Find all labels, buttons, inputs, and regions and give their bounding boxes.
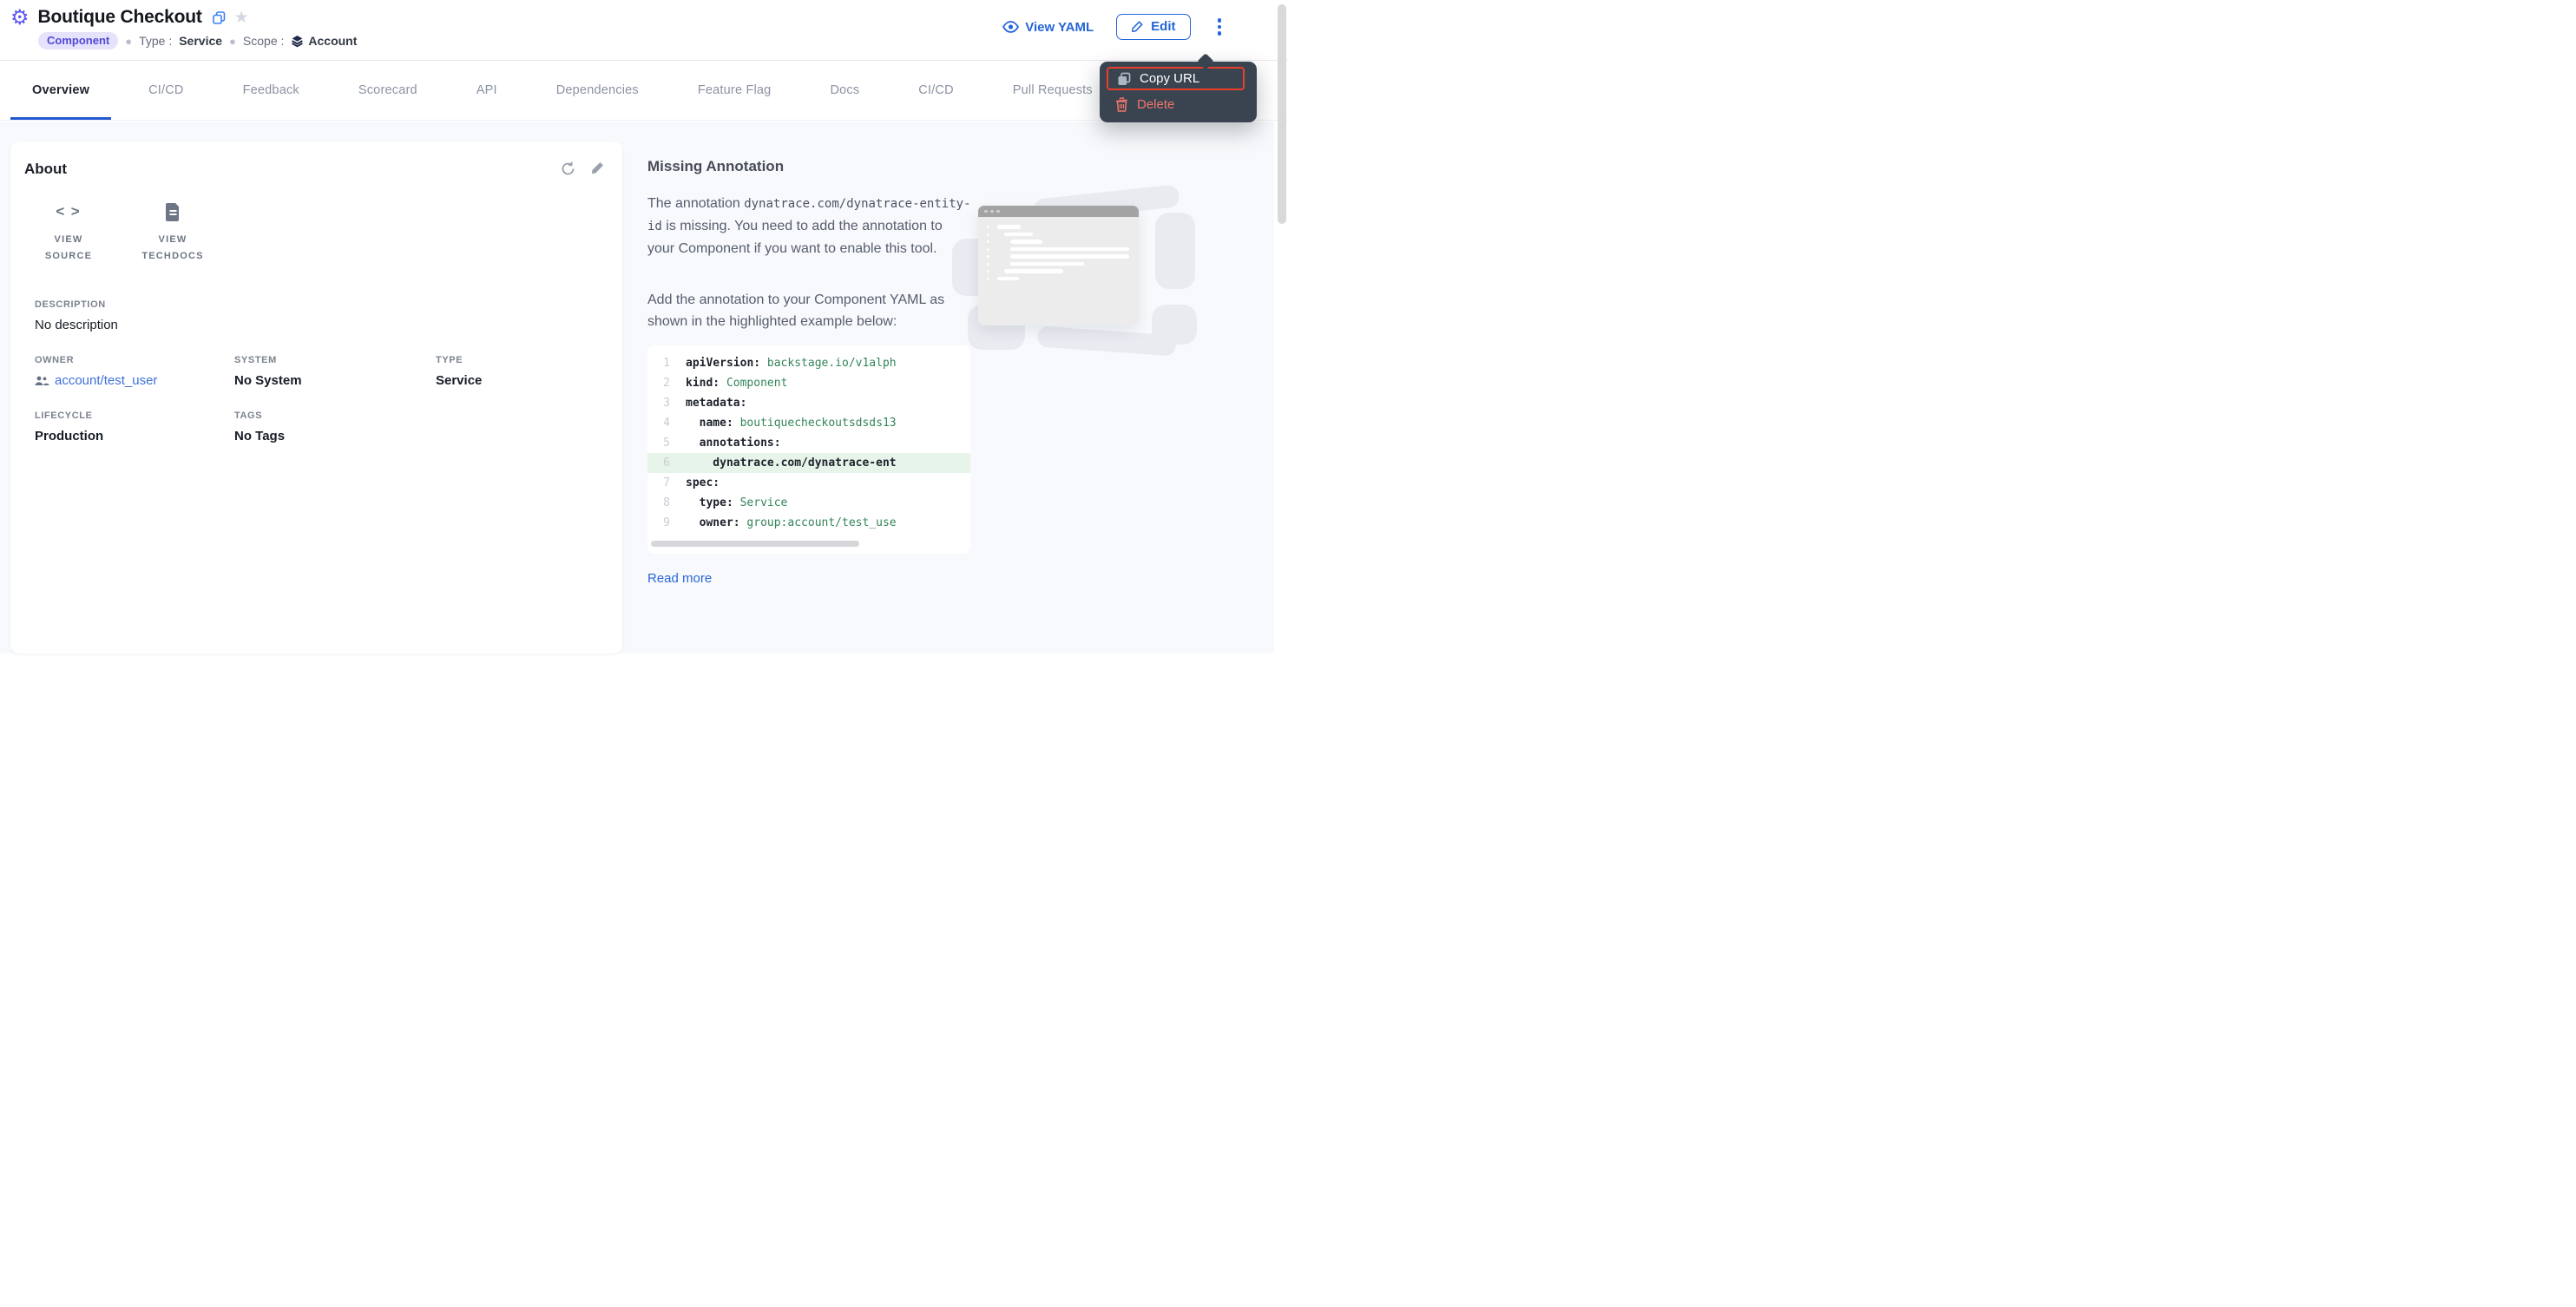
layers-icon [291,35,304,48]
lifecycle-label: LIFECYCLE [35,410,234,421]
component-gear-icon: ⚙ [10,7,30,28]
field-lifecycle: LIFECYCLE Production [35,410,234,443]
code-horizontal-scrollbar[interactable] [651,541,859,547]
pencil-icon [1131,20,1144,33]
description-label: DESCRIPTION [35,299,605,310]
scope-label: Scope : [243,34,284,48]
yaml-line: 3metadata: [647,393,970,413]
tab-scorecard[interactable]: Scorecard [337,61,439,120]
type-field-label: TYPE [436,355,605,365]
favorite-star-icon[interactable]: ★ [234,8,249,27]
view-source-label: VIEW SOURCE [35,232,102,265]
view-techdocs-button[interactable]: VIEW TECHDOCS [139,200,207,265]
intro-suffix: is missing. You need to add the annotati… [647,219,943,256]
menu-item-delete[interactable]: Delete [1107,94,1257,115]
tab-docs[interactable]: Docs [808,61,881,120]
page-header: ⚙ Boutique Checkout ★ Component ● Type :… [0,0,1288,61]
copy-url-highlight-box: Copy URL [1107,67,1245,90]
scope-value: Account [308,34,357,48]
field-description: DESCRIPTION No description [35,299,605,332]
edit-button[interactable]: Edit [1116,14,1190,40]
delete-label: Delete [1137,97,1174,112]
tags-value: No Tags [234,429,436,443]
yaml-line: 2kind:Component [647,373,970,393]
trash-icon [1115,97,1128,112]
edit-about-pencil-icon[interactable] [590,161,605,177]
tab-dependencies[interactable]: Dependencies [535,61,660,120]
tab-api[interactable]: API [455,61,519,120]
copy-entity-name-icon[interactable] [213,11,226,24]
description-value: No description [35,318,605,332]
field-type: TYPE Service [436,355,605,388]
dot-separator: ● [125,35,132,48]
illustration-titlebar [978,206,1139,217]
tab-cicd[interactable]: CI/CD [127,61,205,120]
owner-value: account/test_user [55,373,157,388]
more-actions-kebab-icon[interactable] [1213,15,1226,39]
context-menu: Copy URL Delete [1100,62,1257,122]
yaml-line: 5annotations: [647,433,970,453]
system-value: No System [234,373,436,388]
system-label: SYSTEM [234,355,436,365]
tab-bar: Overview CI/CD Feedback Scorecard API De… [0,61,1288,121]
view-techdocs-label: VIEW TECHDOCS [139,232,207,265]
code-brackets-icon: < > [56,200,81,223]
menu-item-copy-url[interactable]: Copy URL [1108,69,1243,89]
yaml-code-block: 1apiVersion:backstage.io/v1alph 2kind:Co… [647,345,970,554]
page-vertical-scrollbar[interactable] [1278,4,1286,224]
edit-label: Edit [1151,19,1175,34]
page-title: Boutique Checkout [38,7,202,28]
owner-label: OWNER [35,355,234,365]
tab-overview[interactable]: Overview [10,61,111,120]
about-title: About [24,161,605,178]
instruction-text: Add the annotation to your Component YAM… [647,289,972,332]
editor-illustration [954,194,1206,358]
dot-separator: ● [229,35,236,48]
tab-feedback[interactable]: Feedback [221,61,321,120]
type-field-value: Service [436,373,605,388]
tab-cicd-2[interactable]: CI/CD [897,61,975,120]
field-system: SYSTEM No System [234,355,436,388]
yaml-line: 4name:boutiquecheckoutsdsds13 [647,413,970,433]
refresh-icon[interactable] [560,161,576,177]
view-source-button[interactable]: < > VIEW SOURCE [35,200,102,265]
illustration-window [978,206,1139,325]
missing-annotation-title: Missing Annotation [647,158,1274,175]
tab-pull-requests[interactable]: Pull Requests [991,61,1114,120]
copy-url-label: Copy URL [1140,71,1199,86]
yaml-line: 8type:Service [647,493,970,513]
tab-feature-flag[interactable]: Feature Flag [676,61,793,120]
group-icon [35,376,49,386]
yaml-line: 9owner:group:account/test_use [647,513,970,533]
yaml-line-highlighted: 6dynatrace.com/dynatrace-ent [647,453,970,473]
read-more-link[interactable]: Read more [647,571,712,586]
yaml-line: 7spec: [647,473,970,493]
entity-page: ⚙ Boutique Checkout ★ Component ● Type :… [0,0,1288,654]
eye-icon [1002,21,1019,33]
view-yaml-button[interactable]: View YAML [1002,20,1094,35]
type-label: Type : [139,34,172,48]
tags-label: TAGS [234,410,436,421]
entity-meta-row: Component ● Type : Service ● Scope : Acc… [38,32,357,49]
field-tags: TAGS No Tags [234,410,436,443]
copy-icon [1117,72,1131,86]
field-owner: OWNER account/test_user [35,355,234,388]
type-value: Service [179,34,222,48]
kind-badge: Component [38,32,118,49]
document-icon [166,200,181,223]
view-yaml-label: View YAML [1025,20,1094,35]
intro-prefix: The annotation [647,196,744,211]
missing-annotation-panel: Missing Annotation The annotation dynatr… [622,141,1274,654]
overview-content: About < > VIEW SOURCE VIEW TECHDOCS DESC… [0,122,1274,654]
yaml-line: 1apiVersion:backstage.io/v1alph [647,353,970,373]
about-card: About < > VIEW SOURCE VIEW TECHDOCS DESC… [10,141,622,654]
lifecycle-value: Production [35,429,234,443]
owner-link[interactable]: account/test_user [35,373,234,388]
missing-annotation-text: The annotation dynatrace.com/dynatrace-e… [647,193,972,259]
